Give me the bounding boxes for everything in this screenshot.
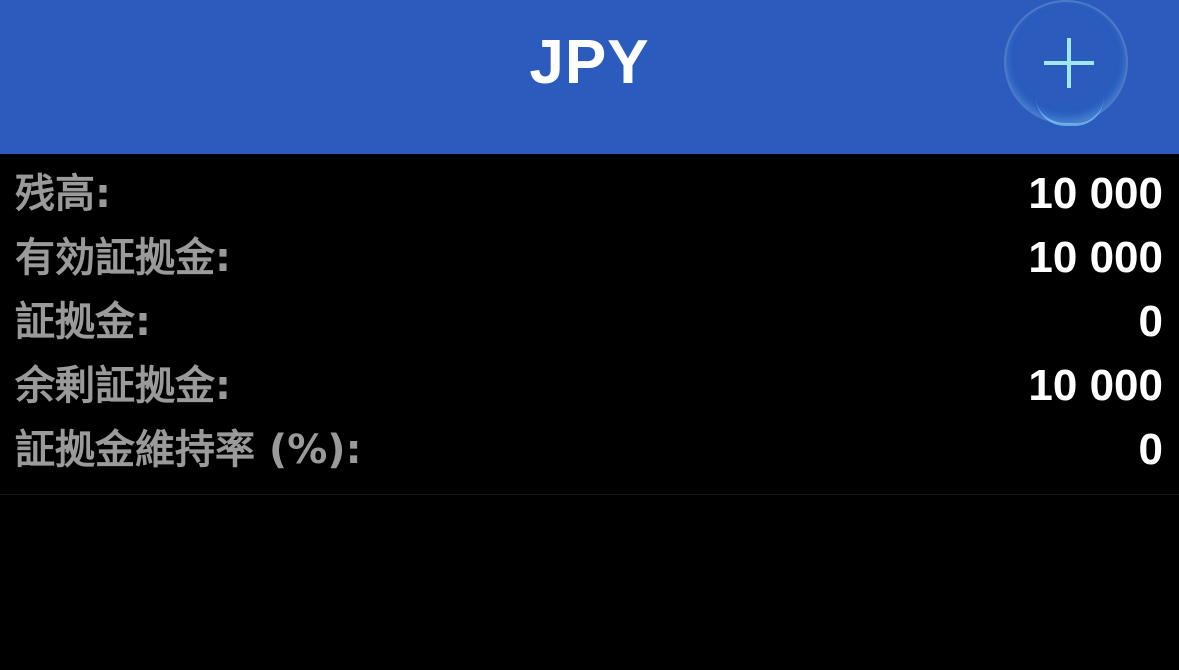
- margin-value: 0: [1138, 297, 1163, 346]
- equity-row: 有効証拠金: 10 000: [0, 226, 1179, 290]
- divider: [0, 494, 1179, 495]
- app-header: JPY: [0, 0, 1179, 154]
- free-margin-row: 余剰証拠金: 10 000: [0, 354, 1179, 418]
- balance-row: 残高: 10 000: [0, 162, 1179, 226]
- margin-row: 証拠金: 0: [0, 290, 1179, 354]
- add-button[interactable]: [1004, 0, 1128, 126]
- equity-label: 有効証拠金:: [15, 235, 231, 281]
- margin-level-label: 証拠金維持率 (%):: [15, 427, 362, 473]
- account-summary: 残高: 10 000 有効証拠金: 10 000 証拠金: 0 余剰証拠金: 1…: [0, 162, 1179, 482]
- equity-value: 10 000: [1028, 233, 1163, 282]
- margin-level-value: 0: [1138, 425, 1163, 474]
- balance-value: 10 000: [1028, 169, 1163, 218]
- free-margin-label: 余剰証拠金:: [15, 363, 231, 409]
- currency-title: JPY: [529, 28, 650, 97]
- margin-label: 証拠金:: [15, 299, 151, 345]
- balance-label: 残高:: [15, 171, 111, 217]
- free-margin-value: 10 000: [1028, 361, 1163, 410]
- plus-icon: [1042, 36, 1096, 90]
- margin-level-row: 証拠金維持率 (%): 0: [0, 418, 1179, 482]
